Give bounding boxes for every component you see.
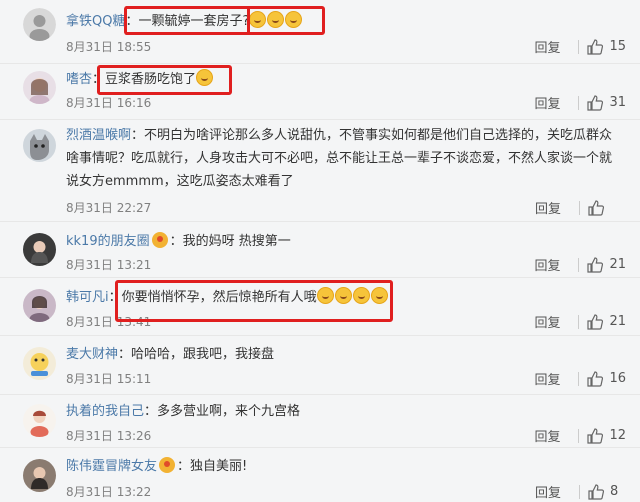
like-thumb-icon[interactable] (587, 256, 604, 273)
blurred-avatar-icon[interactable] (23, 8, 56, 41)
comment-time: 8月31日 16:16 (66, 96, 152, 110)
vip-badge-icon (159, 457, 176, 473)
woman-avatar-icon[interactable] (23, 289, 56, 322)
divider (578, 371, 580, 386)
divider (578, 314, 580, 329)
comment-time: 8月31日 13:41 (66, 315, 152, 329)
like-count: 21 (609, 257, 626, 272)
comment-text: 你要悄悄怀孕，然后惊艳所有人哦 (121, 290, 317, 305)
comment-list: 拿铁QQ糖：一颗毓婷一套房子? 8月31日 18:55 回复 15 嗜杏：豆浆香… (0, 0, 640, 502)
comment-item: 拿铁QQ糖：一颗毓婷一套房子? 8月31日 18:55 回复 15 (0, 0, 640, 64)
reply-button[interactable]: 回复 (535, 482, 561, 501)
comment-text: 独自美丽! (190, 459, 248, 474)
like-thumb-icon[interactable] (587, 370, 604, 387)
divider (578, 95, 580, 110)
comment-item: 嗜杏：豆浆香肠吃饱了 8月31日 16:16 回复 31 (0, 63, 640, 120)
like-count: 21 (609, 314, 626, 329)
divider (578, 257, 580, 272)
like-thumb-icon[interactable] (587, 427, 604, 444)
woman-avatar-icon[interactable] (23, 233, 56, 266)
reply-button[interactable]: 回复 (534, 426, 560, 445)
reply-button[interactable]: 回复 (535, 198, 561, 217)
comment-item: 烈酒温喉啊：不明白为啥评论那么多人说甜仇，不管事实如何都是他们自己选择的，关吃瓜… (0, 119, 640, 222)
reply-button[interactable]: 回复 (534, 312, 560, 331)
comment-time: 8月31日 13:21 (66, 258, 152, 272)
cat-avatar-icon[interactable] (23, 129, 56, 162)
comment-item: 执着的我自己：多多营业啊，来个九宫格 8月31日 13:26 回复 12 (0, 394, 640, 448)
divider (578, 39, 580, 54)
cartoon-avatar-icon[interactable] (23, 347, 56, 380)
commenter-name[interactable]: kk19的朋友圈 (66, 234, 150, 249)
comment-time: 8月31日 18:55 (66, 40, 152, 54)
comment-text: 不明白为啥评论那么多人说甜仇，不管事实如何都是他们自己选择的，关吃瓜群众啥事情呢… (66, 128, 613, 189)
comment-time: 8月31日 13:26 (66, 429, 152, 443)
comment-text: 豆浆香肠吃饱了 (105, 72, 197, 87)
reply-button[interactable]: 回复 (534, 93, 560, 112)
emoji-icon (316, 287, 389, 305)
cartoon-avatar-icon[interactable] (23, 404, 56, 437)
comment-text: 我的妈呀 热搜第一 (182, 234, 291, 249)
like-count: 15 (609, 39, 626, 54)
divider (579, 200, 580, 215)
girl-avatar-icon[interactable] (23, 71, 56, 104)
divider (579, 484, 580, 499)
commenter-name[interactable]: 执着的我自己 (66, 404, 144, 419)
commenter-name[interactable]: 韩可凡i (66, 290, 109, 305)
like-thumb-icon[interactable] (587, 313, 604, 330)
comment-item: 韩可凡i：你要悄悄怀孕，然后惊艳所有人哦 8月31日 13:41 回复 21 (0, 277, 640, 336)
like-count: 8 (610, 484, 619, 499)
comment-item: 陈伟霆冒牌女友 ：独自美丽! 8月31日 13:22 回复 8 (0, 447, 640, 502)
emoji-icon (196, 69, 214, 86)
like-thumb-icon[interactable] (588, 199, 604, 216)
reply-button[interactable]: 回复 (534, 369, 560, 388)
reply-button[interactable]: 回复 (534, 37, 560, 56)
commenter-name[interactable]: 拿铁QQ糖 (66, 14, 125, 29)
comment-time: 8月31日 13:22 (66, 485, 152, 499)
commenter-name[interactable]: 嗜杏 (66, 72, 92, 87)
woman-avatar-icon[interactable] (23, 459, 56, 492)
comment-time: 8月31日 15:11 (66, 372, 152, 386)
divider (578, 428, 580, 443)
comment-text: 哈哈哈，跟我吧，我接盘 (131, 347, 275, 362)
comment-item: 麦大财神：哈哈哈，跟我吧，我接盘 8月31日 15:11 回复 16 (0, 335, 640, 395)
like-count: 16 (609, 371, 626, 386)
commenter-name[interactable]: 烈酒温喉啊 (66, 128, 131, 143)
like-thumb-icon[interactable] (588, 483, 604, 500)
like-count: 12 (609, 428, 626, 443)
like-thumb-icon[interactable] (587, 94, 604, 111)
commenter-name[interactable]: 陈伟霆冒牌女友 (66, 459, 157, 474)
reply-button[interactable]: 回复 (534, 255, 560, 274)
like-count: 31 (609, 95, 626, 110)
comment-text: 一颗毓婷一套房子? (138, 14, 250, 29)
commenter-name[interactable]: 麦大财神 (66, 347, 118, 362)
emoji-icon (249, 11, 303, 29)
comment-time: 8月31日 22:27 (66, 201, 152, 215)
comment-item: kk19的朋友圈 ：我的妈呀 热搜第一 8月31日 13:21 回复 21 (0, 221, 640, 278)
comment-text: 多多营业啊，来个九宫格 (157, 404, 301, 419)
vip-badge-icon (151, 232, 168, 248)
like-thumb-icon[interactable] (587, 38, 604, 55)
